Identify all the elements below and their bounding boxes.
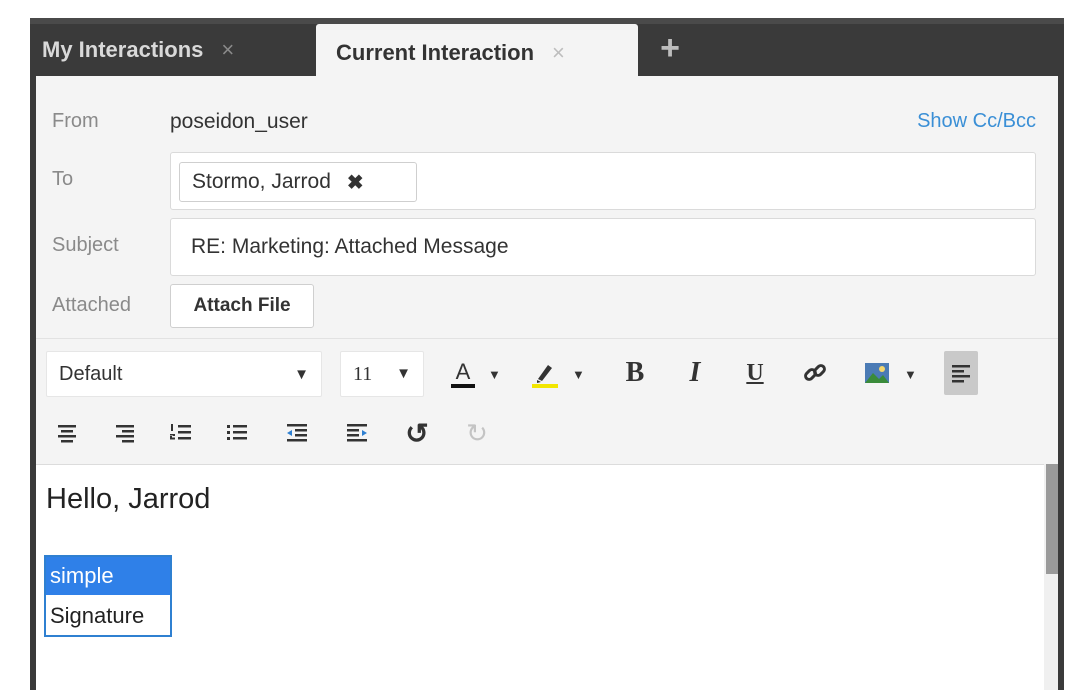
email-compose-window: My Interactions × Current Interaction × … (0, 0, 1066, 690)
numbered-list-icon (170, 424, 191, 440)
tab-current-interaction[interactable]: Current Interaction × (316, 24, 638, 82)
highlight-caret-icon[interactable]: ▼ (572, 367, 585, 382)
dropdown-arrow-icon: ▼ (294, 365, 309, 383)
align-right-button[interactable] (108, 411, 142, 455)
bullet-list-button[interactable] (220, 411, 254, 455)
indent-icon (347, 424, 367, 442)
close-icon[interactable]: × (552, 40, 565, 66)
remove-recipient-icon[interactable]: ✖ (347, 170, 364, 195)
from-value: poseidon_user (170, 110, 308, 133)
tab-label: My Interactions (42, 37, 204, 62)
formatting-toolbar: Default ▼ 11 ▼ A ▼ ▼ B I U ▼ ↺ ↻ (36, 338, 1058, 464)
link-icon (804, 364, 826, 381)
bullet-list-icon (227, 425, 247, 440)
recipient-name: Stormo, Jarrod (192, 170, 331, 193)
recipient-token: Stormo, Jarrod ✖ (179, 162, 417, 202)
subject-field[interactable]: RE: Marketing: Attached Message (170, 218, 1036, 276)
outdent-icon (287, 424, 307, 442)
underline-button[interactable]: U (738, 351, 772, 395)
to-field[interactable]: Stormo, Jarrod ✖ (170, 152, 1036, 210)
window-border-right (1058, 76, 1064, 690)
highlight-button[interactable] (528, 351, 562, 395)
align-left-button[interactable] (944, 351, 978, 395)
highlighter-icon (532, 365, 558, 388)
align-left-icon (952, 365, 970, 383)
font-size-select[interactable]: 11 ▼ (340, 351, 424, 397)
insert-image-caret-icon[interactable]: ▼ (904, 367, 917, 382)
insert-image-button[interactable] (860, 351, 894, 395)
from-label: From (52, 110, 99, 132)
close-icon[interactable]: × (221, 37, 234, 63)
text-color-icon: A (451, 359, 475, 388)
greeting-text: Hello, Jarrod (46, 483, 211, 515)
outdent-button[interactable] (280, 411, 314, 455)
align-center-icon (58, 425, 76, 443)
align-right-icon (116, 425, 134, 443)
signature-line-selected: simple (46, 557, 170, 595)
subject-value: RE: Marketing: Attached Message (191, 235, 509, 258)
font-family-select[interactable]: Default ▼ (46, 351, 322, 397)
align-center-button[interactable] (50, 411, 84, 455)
dropdown-arrow-icon: ▼ (396, 365, 411, 382)
bold-button[interactable]: B (618, 351, 652, 395)
attached-label: Attached (52, 294, 131, 316)
signature-line: Signature (50, 603, 145, 628)
redo-button[interactable]: ↻ (460, 411, 494, 455)
tab-bar: My Interactions × Current Interaction × … (30, 18, 1064, 82)
tab-label: Current Interaction (336, 40, 535, 65)
text-color-caret-icon[interactable]: ▼ (488, 367, 501, 382)
image-icon (865, 363, 889, 383)
tab-my-interactions[interactable]: My Interactions × (40, 24, 308, 76)
to-label: To (52, 168, 74, 190)
show-cc-bcc-link[interactable]: Show Cc/Bcc (917, 110, 1036, 133)
subject-label: Subject (52, 234, 119, 256)
font-size-value: 11 (353, 362, 373, 385)
svg-text:A: A (456, 359, 471, 384)
add-tab-icon[interactable]: + (654, 26, 686, 70)
message-body-editor[interactable]: Hello, Jarrod simple Signature (36, 464, 1058, 690)
attach-file-button[interactable]: Attach File (170, 284, 314, 328)
italic-button[interactable]: I (678, 351, 712, 395)
numbered-list-button[interactable] (164, 411, 198, 455)
text-color-button[interactable]: A (446, 351, 480, 395)
compose-header: From poseidon_user Show Cc/Bcc To Stormo… (36, 76, 1058, 338)
signature-block[interactable]: simple Signature (44, 555, 172, 637)
indent-button[interactable] (340, 411, 374, 455)
undo-button[interactable]: ↺ (400, 411, 434, 455)
font-family-value: Default (59, 362, 123, 385)
link-button[interactable] (798, 351, 832, 395)
scrollbar-thumb[interactable] (1046, 464, 1058, 574)
